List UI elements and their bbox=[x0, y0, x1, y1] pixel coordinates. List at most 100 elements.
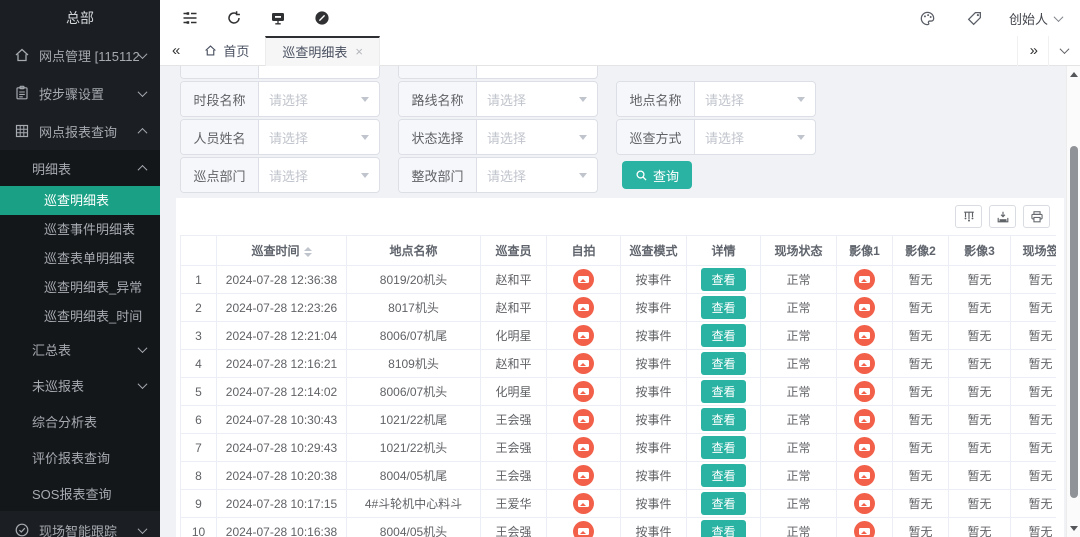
sidebar-group[interactable]: 汇总表 bbox=[0, 331, 160, 367]
sidebar-item-live-tracking[interactable]: 现场智能跟踪 bbox=[0, 511, 160, 537]
scrollbar-thumb[interactable] bbox=[1070, 146, 1078, 498]
col-header-label: 影像1 bbox=[849, 244, 880, 258]
tab-home[interactable]: 首页 bbox=[188, 36, 265, 66]
filter-select-dropdown[interactable]: 请选择 bbox=[477, 120, 597, 154]
filter-select-dropdown[interactable]: 请选择 bbox=[477, 82, 597, 116]
photo-thumbnail-icon[interactable] bbox=[573, 325, 594, 346]
tabs-menu-toggle[interactable] bbox=[1048, 36, 1080, 66]
tabs-expand-right[interactable]: » bbox=[1017, 36, 1048, 66]
photo-thumbnail-icon[interactable] bbox=[573, 521, 594, 537]
view-detail-button[interactable]: 查看 bbox=[701, 464, 745, 487]
cell-detail: 查看 bbox=[687, 406, 761, 434]
photo-thumbnail-icon[interactable] bbox=[573, 297, 594, 318]
filter-select-dropdown[interactable]: 请选择 bbox=[259, 158, 379, 192]
sidebar-subitem[interactable]: 巡查明细表_时间 bbox=[0, 302, 160, 331]
sidebar-group[interactable]: SOS报表查询 bbox=[0, 475, 160, 511]
palette-icon[interactable] bbox=[919, 10, 936, 27]
sort-icon[interactable] bbox=[304, 247, 312, 257]
col-header[interactable]: 巡查时间 bbox=[217, 236, 347, 266]
photo-thumbnail-icon[interactable] bbox=[573, 353, 594, 374]
sidebar-subitem[interactable]: 巡查事件明细表 bbox=[0, 215, 160, 244]
sidebar-group[interactable]: 未巡报表 bbox=[0, 367, 160, 403]
search-button[interactable]: 查询 bbox=[622, 161, 692, 189]
photo-thumbnail-icon[interactable] bbox=[854, 465, 875, 486]
photo-thumbnail-icon[interactable] bbox=[854, 437, 875, 458]
col-header: 现场签 bbox=[1011, 236, 1057, 266]
panel-toolbar bbox=[180, 205, 1056, 228]
sidebar-subitem[interactable]: 巡查表单明细表 bbox=[0, 244, 160, 273]
view-detail-button[interactable]: 查看 bbox=[701, 268, 745, 291]
scroll-down-icon[interactable] bbox=[1070, 526, 1078, 531]
filter-select[interactable] bbox=[259, 66, 379, 78]
photo-thumbnail-icon[interactable] bbox=[854, 297, 875, 318]
tabs-collapse-left[interactable]: « bbox=[160, 42, 188, 59]
cell-patrol-time: 2024-07-28 12:14:02 bbox=[217, 378, 347, 406]
refresh-icon[interactable] bbox=[226, 10, 242, 26]
columns-icon[interactable] bbox=[955, 205, 982, 228]
cell-status: 正常 bbox=[761, 322, 837, 350]
view-detail-button[interactable]: 查看 bbox=[701, 296, 745, 319]
view-detail-button[interactable]: 查看 bbox=[701, 436, 745, 459]
view-detail-button[interactable]: 查看 bbox=[701, 520, 745, 537]
view-detail-button[interactable]: 查看 bbox=[701, 380, 745, 403]
close-icon[interactable]: × bbox=[355, 44, 363, 59]
filter-label bbox=[181, 66, 259, 78]
cell-image2: 暂无 bbox=[893, 322, 949, 350]
sidebar-subitem[interactable]: 巡查明细表 bbox=[0, 186, 160, 215]
compass-dark-icon[interactable] bbox=[314, 10, 330, 26]
sidebar-group[interactable]: 评价报表查询 bbox=[0, 439, 160, 475]
photo-thumbnail-icon[interactable] bbox=[573, 465, 594, 486]
photo-thumbnail-icon[interactable] bbox=[854, 493, 875, 514]
photo-thumbnail-icon[interactable] bbox=[854, 409, 875, 430]
photo-thumbnail-icon[interactable] bbox=[573, 437, 594, 458]
sidebar-item-report-query[interactable]: 网点报表查询 bbox=[0, 112, 160, 150]
cell-mode: 按事件 bbox=[621, 518, 687, 537]
photo-thumbnail-icon[interactable] bbox=[854, 325, 875, 346]
user-menu[interactable]: 创始人 bbox=[1009, 9, 1062, 28]
sidebar-item-site-management[interactable]: 网点管理 [1151120] bbox=[0, 36, 160, 74]
sidebar-group[interactable]: 明细表 bbox=[0, 150, 160, 186]
col-header: 影像1 bbox=[837, 236, 893, 266]
filter-select-dropdown[interactable]: 请选择 bbox=[259, 120, 379, 154]
filter-row-cut bbox=[180, 66, 1080, 79]
cell-image2: 暂无 bbox=[893, 490, 949, 518]
sidebar-subitem[interactable]: 巡查明细表_异常 bbox=[0, 273, 160, 302]
view-detail-button[interactable]: 查看 bbox=[701, 324, 745, 347]
unfold-menu-icon[interactable] bbox=[182, 10, 198, 26]
photo-thumbnail-icon[interactable] bbox=[573, 409, 594, 430]
screen-icon[interactable] bbox=[270, 10, 286, 26]
photo-thumbnail-icon[interactable] bbox=[854, 521, 875, 537]
sidebar-group[interactable]: 综合分析表 bbox=[0, 403, 160, 439]
photo-thumbnail-icon[interactable] bbox=[854, 381, 875, 402]
filter-select[interactable] bbox=[477, 66, 597, 78]
caret-down-icon bbox=[361, 173, 369, 178]
photo-thumbnail-icon[interactable] bbox=[573, 381, 594, 402]
cell-selfie bbox=[547, 490, 621, 518]
export-icon[interactable] bbox=[989, 205, 1016, 228]
filter-select-dropdown[interactable]: 请选择 bbox=[259, 82, 379, 116]
table-row: 92024-07-28 10:17:154#斗轮机中心料斗王爱华按事件查看正常暂… bbox=[181, 490, 1057, 518]
scroll-up-icon[interactable] bbox=[1070, 72, 1078, 77]
sidebar-item-step-settings[interactable]: 按步骤设置 bbox=[0, 74, 160, 112]
sidebar-submenu: 明细表巡查明细表巡查事件明细表巡查表单明细表巡查明细表_异常巡查明细表_时间汇总… bbox=[0, 150, 160, 511]
tab-patrol-detail[interactable]: 巡查明细表 × bbox=[265, 36, 380, 66]
filter-select-dropdown[interactable]: 请选择 bbox=[477, 158, 597, 192]
cell-detail: 查看 bbox=[687, 322, 761, 350]
cell-image2: 暂无 bbox=[893, 406, 949, 434]
photo-thumbnail-icon[interactable] bbox=[573, 493, 594, 514]
photo-thumbnail-icon[interactable] bbox=[854, 269, 875, 290]
filter-select-dropdown[interactable]: 请选择 bbox=[695, 120, 815, 154]
filter-select-dropdown[interactable]: 请选择 bbox=[695, 82, 815, 116]
tag-icon[interactable] bbox=[966, 10, 983, 27]
cell-mode: 按事件 bbox=[621, 350, 687, 378]
view-detail-button[interactable]: 查看 bbox=[701, 492, 745, 515]
view-detail-button[interactable]: 查看 bbox=[701, 352, 745, 375]
filter-label: 整改部门 bbox=[399, 158, 477, 192]
photo-thumbnail-icon[interactable] bbox=[573, 269, 594, 290]
print-icon[interactable] bbox=[1023, 205, 1050, 228]
col-header bbox=[181, 236, 217, 266]
cell-image2: 暂无 bbox=[893, 462, 949, 490]
vertical-scrollbar[interactable] bbox=[1066, 66, 1080, 537]
photo-thumbnail-icon[interactable] bbox=[854, 353, 875, 374]
view-detail-button[interactable]: 查看 bbox=[701, 408, 745, 431]
